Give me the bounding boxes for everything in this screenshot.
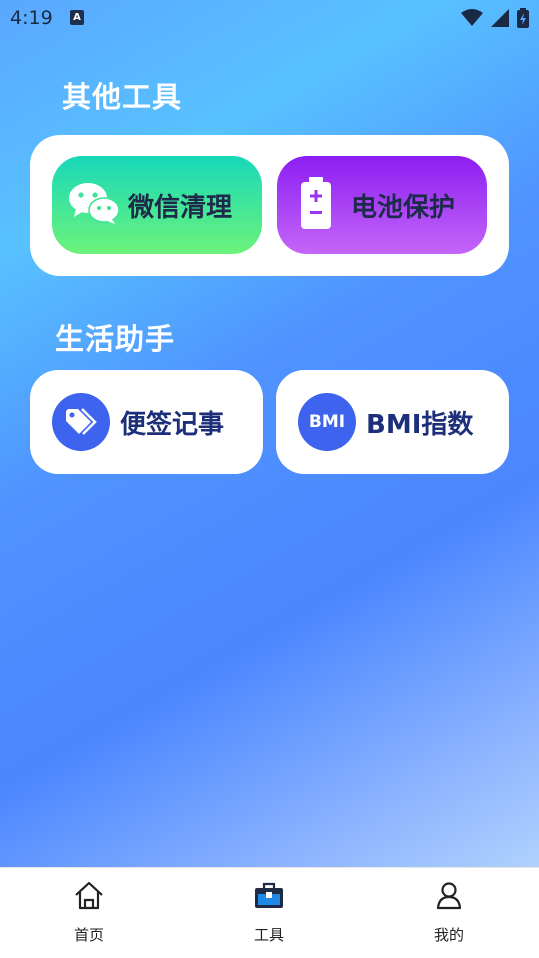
wechat-clean-label: 微信清理: [128, 192, 233, 223]
nav-mine-label: 我的: [433, 926, 464, 944]
wechat-clean-button[interactable]: 微信清理: [52, 156, 262, 254]
nav-home-label: 首页: [73, 926, 104, 944]
status-indicators: [461, 8, 529, 28]
user-icon: [436, 882, 462, 910]
bmi-icon: BMI: [298, 393, 356, 451]
status-time: 4:19: [10, 7, 53, 29]
battery-protect-label: 电池保护: [351, 192, 456, 223]
tag-icon: [52, 393, 110, 451]
nav-mine[interactable]: 我的: [389, 868, 509, 958]
nav-tools[interactable]: 工具: [209, 868, 329, 958]
battery-status-icon: [517, 8, 529, 28]
home-icon: [75, 881, 103, 910]
wechat-icon: [68, 181, 120, 229]
section-title-other-tools: 其他工具: [62, 80, 183, 114]
toolbox-icon: [255, 882, 283, 908]
other-tools-panel: 微信清理 电池保护: [30, 135, 509, 276]
status-bar: 4:19 A: [0, 0, 539, 36]
nav-home[interactable]: 首页: [29, 868, 149, 958]
wifi-icon: [461, 9, 483, 26]
battery-protect-button[interactable]: 电池保护: [277, 156, 487, 254]
section-title-life-assistant: 生活助手: [55, 322, 176, 356]
signal-icon: [491, 9, 509, 27]
bmi-label: BMI指数: [366, 409, 474, 440]
notes-button[interactable]: 便签记事: [30, 370, 263, 474]
nav-tools-label: 工具: [253, 926, 284, 944]
battery-icon: [301, 177, 331, 233]
notification-icon: A: [70, 10, 84, 25]
bottom-nav: 首页 工具 我的: [0, 867, 539, 958]
bmi-button[interactable]: BMI BMI指数: [276, 370, 509, 474]
notes-label: 便签记事: [120, 409, 225, 440]
